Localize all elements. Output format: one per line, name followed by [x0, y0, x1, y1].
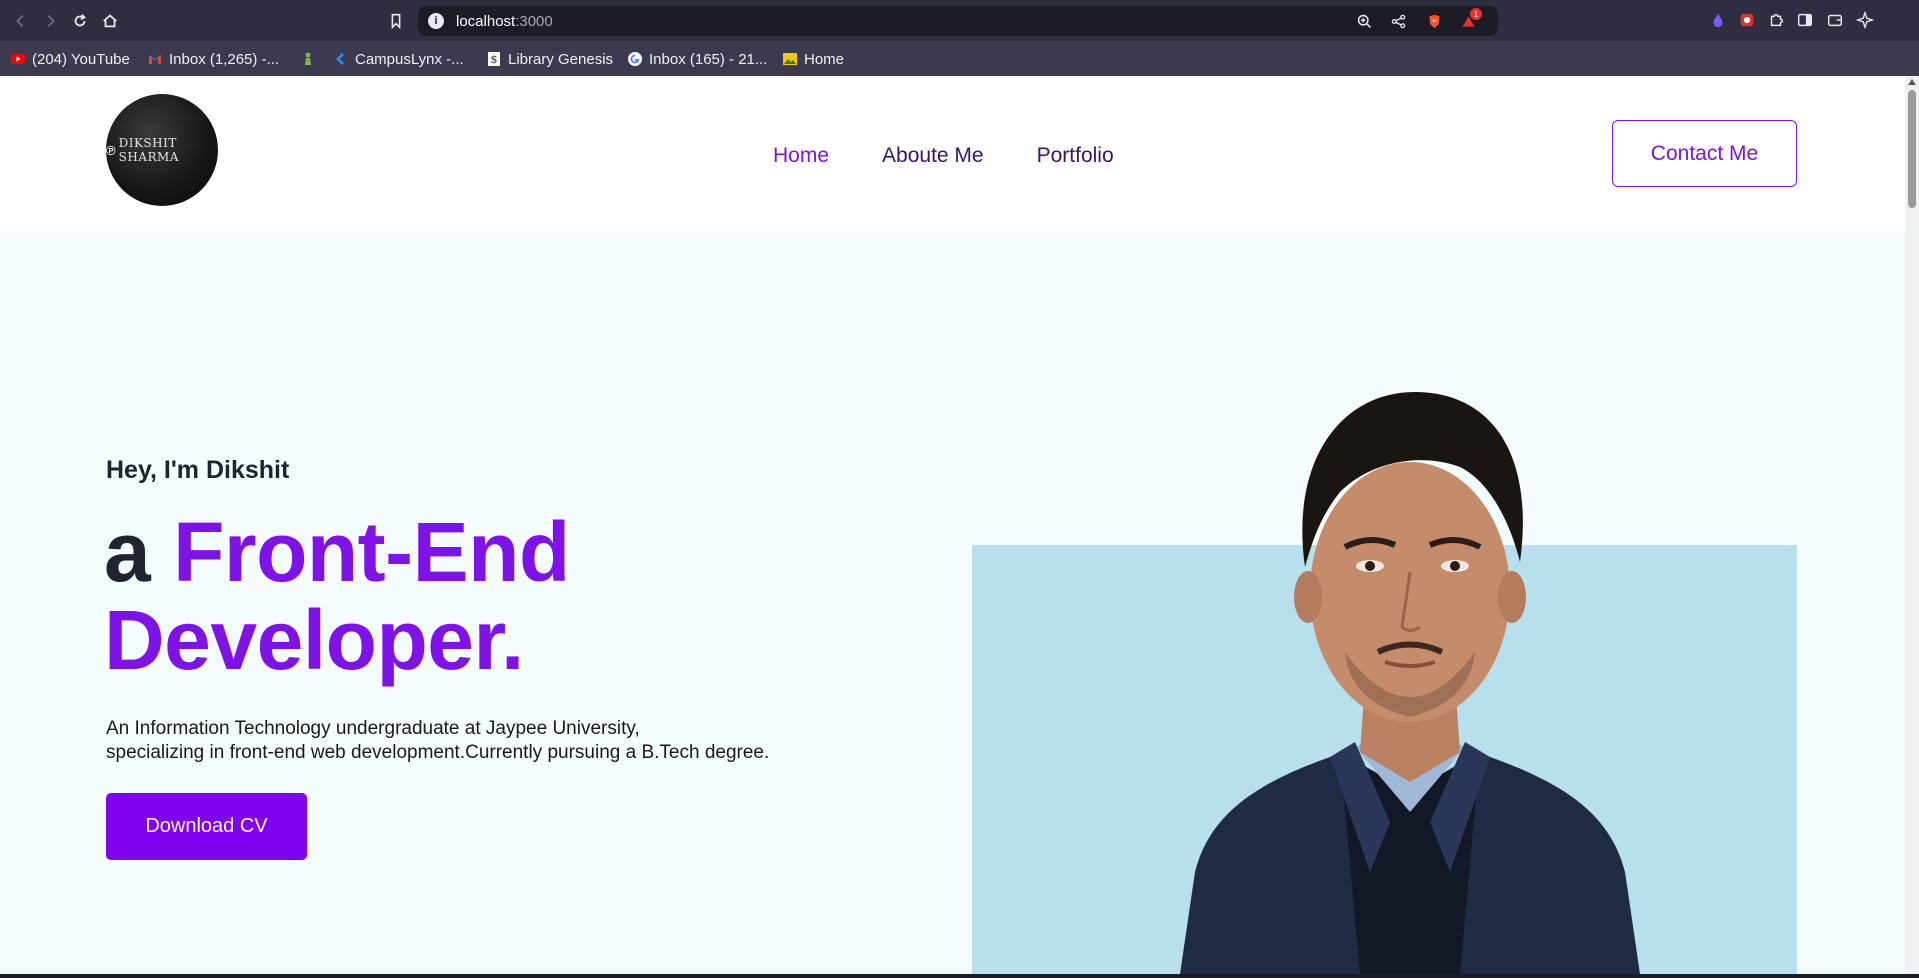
chess-pawn-icon: [300, 51, 316, 67]
forward-arrow-icon: [47, 14, 55, 28]
extension-red-icon[interactable]: [1737, 10, 1757, 30]
bookmark-chess[interactable]: [300, 49, 322, 69]
main-nav: Home Aboute Me Portfolio: [773, 144, 1114, 168]
reload-button[interactable]: [67, 8, 93, 34]
browser-toolbar: i localhost:3000 1: [0, 0, 1919, 41]
bookmark-gmail[interactable]: Inbox (1,265) -...: [147, 49, 279, 69]
reload-icon: [74, 14, 87, 27]
nav-home[interactable]: Home: [773, 144, 829, 168]
logo-mark-icon: ℗: [106, 142, 116, 158]
back-button[interactable]: [8, 8, 34, 34]
page-scrollbar[interactable]: [1905, 76, 1919, 974]
extension-drop-icon[interactable]: [1708, 10, 1728, 30]
bookmark-home[interactable]: Home: [782, 49, 844, 69]
nav-portfolio[interactable]: Portfolio: [1037, 144, 1114, 168]
google-icon: [627, 51, 643, 67]
forward-button[interactable]: [37, 8, 63, 34]
site-info-icon[interactable]: i: [428, 13, 444, 29]
headline-accent-developer: Developer.: [104, 593, 524, 687]
url-host: localhost: [456, 13, 516, 30]
page-viewport: ℗ DIKSHIT SHARMA Home Aboute Me Portfoli…: [0, 76, 1905, 974]
bookmark-label: Inbox (1,265) -...: [169, 50, 280, 68]
back-arrow-icon: [16, 14, 24, 28]
brave-shields-icon[interactable]: [1424, 11, 1444, 31]
site-header: ℗ DIKSHIT SHARMA Home Aboute Me Portfoli…: [0, 76, 1905, 232]
bookmark-youtube[interactable]: (204) YouTube: [10, 49, 130, 69]
svg-text:$: $: [491, 53, 498, 66]
home-icon: [103, 14, 117, 28]
headline-prefix: a: [104, 505, 151, 599]
brave-rewards-icon[interactable]: 1: [1458, 8, 1482, 31]
sidebar-toggle-icon[interactable]: [1795, 10, 1815, 30]
window-bottom-edge: [0, 974, 1919, 978]
youtube-icon: [10, 51, 26, 67]
site-logo[interactable]: ℗ DIKSHIT SHARMA: [106, 94, 218, 206]
share-icon[interactable]: [1388, 11, 1408, 31]
hero-headline: a Front-End Developer.: [104, 508, 570, 684]
nav-about-me[interactable]: Aboute Me: [882, 144, 984, 168]
bookmark-label: CampusLynx -...: [355, 50, 464, 68]
wallet-icon[interactable]: [1825, 10, 1845, 30]
address-bar[interactable]: i localhost:3000 1: [418, 6, 1498, 36]
bookmark-label: (204) YouTube: [32, 50, 130, 68]
url-text[interactable]: localhost:3000: [456, 13, 553, 30]
bookmark-google-inbox[interactable]: Inbox (165) - 21...: [627, 49, 767, 69]
notification-badge: 1: [1470, 8, 1482, 20]
hero-greeting: Hey, I'm Dikshit: [106, 456, 290, 484]
bookmarks-bar: (204) YouTube Inbox (1,265) -... CampusL…: [0, 41, 1919, 76]
bookmark-label: Inbox (165) - 21...: [649, 50, 768, 68]
library-genesis-icon: $: [486, 51, 502, 67]
hero-intro: An Information Technology undergraduate …: [106, 717, 826, 765]
home-button[interactable]: [97, 8, 123, 34]
bookmark-label: Home: [804, 50, 845, 68]
campuslynx-icon: [333, 51, 349, 67]
url-port: :3000: [515, 13, 553, 30]
bookmark-page-button[interactable]: [383, 8, 409, 34]
bookmark-library-genesis[interactable]: $ Library Genesis: [486, 49, 613, 69]
gmail-icon: [147, 51, 163, 67]
profile-photo: [1180, 392, 1640, 974]
browser-chrome: i localhost:3000 1 (204) YouTube Inbox (…: [0, 0, 1919, 76]
bookmark-icon: [391, 13, 401, 30]
logo-text: DIKSHIT SHARMA: [118, 136, 179, 164]
scroll-up-arrow-icon[interactable]: [1908, 79, 1916, 85]
leo-ai-icon[interactable]: [1855, 10, 1875, 30]
download-cv-button[interactable]: Download CV: [106, 793, 307, 860]
contact-me-button[interactable]: Contact Me: [1612, 120, 1797, 187]
hero-section: Hey, I'm Dikshit a Front-End Developer. …: [0, 232, 1905, 974]
intro-line-1: An Information Technology undergraduate …: [106, 718, 640, 739]
photos-icon: [782, 51, 798, 67]
zoom-icon[interactable]: [1354, 11, 1374, 31]
bookmark-campuslynx[interactable]: CampusLynx -...: [333, 49, 464, 69]
headline-accent-front-end: Front-End: [173, 505, 570, 599]
scrollbar-thumb[interactable]: [1908, 90, 1916, 208]
extensions-puzzle-icon[interactable]: [1766, 10, 1786, 30]
bookmark-label: Library Genesis: [508, 50, 614, 68]
intro-line-2: specializing in front-end web developmen…: [106, 742, 770, 763]
